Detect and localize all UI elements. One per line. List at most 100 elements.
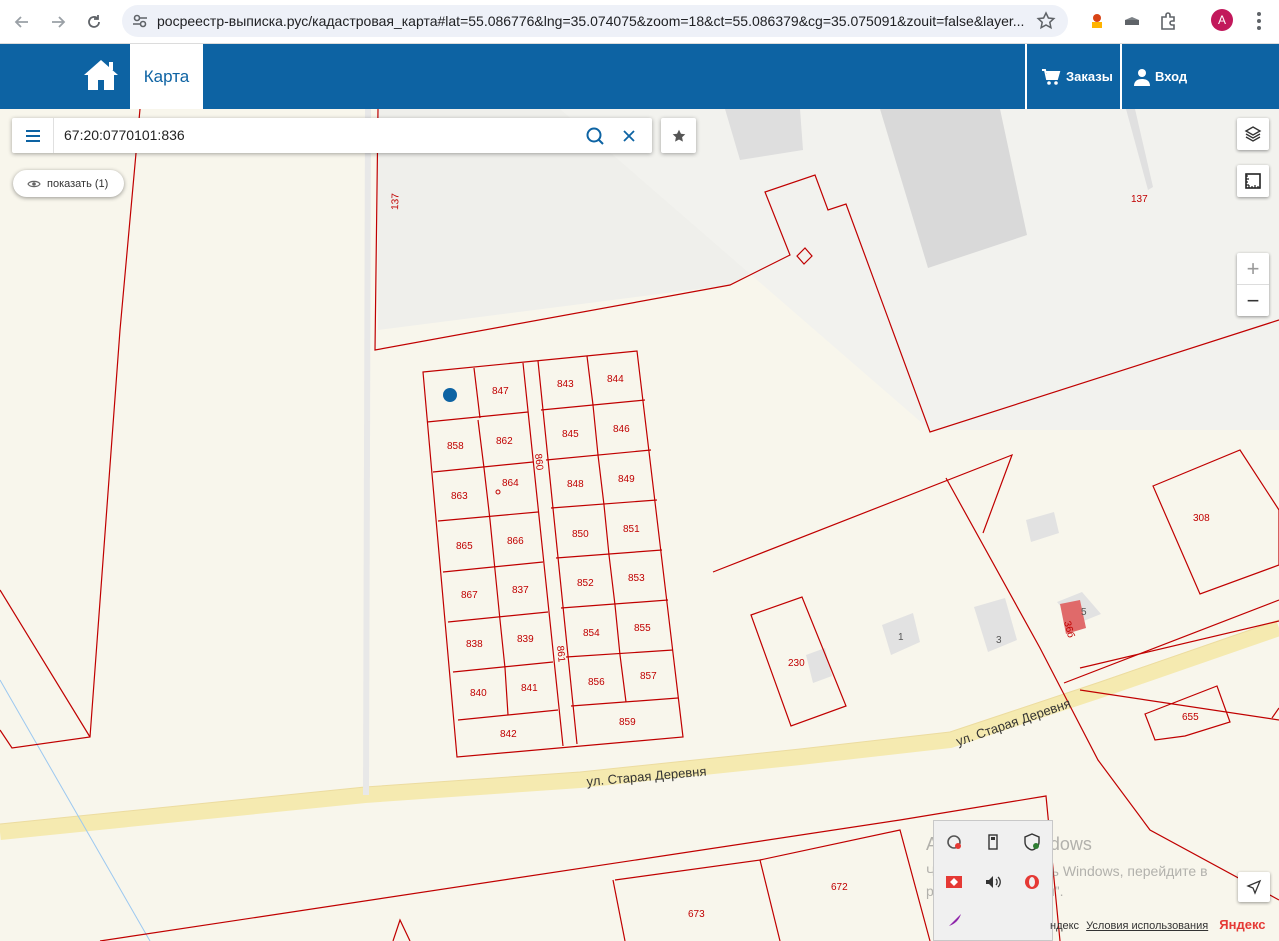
parcel-label[interactable]: 843 xyxy=(557,379,574,390)
parcel-label[interactable]: 846 xyxy=(613,424,630,435)
attribution-prefix: ндекс xyxy=(1050,920,1080,932)
zoom-control: + − xyxy=(1237,253,1269,316)
cadastral-search-input[interactable] xyxy=(64,127,564,143)
show-results-button[interactable]: показать (1) xyxy=(13,170,125,197)
ruler-button[interactable] xyxy=(1237,165,1269,197)
parcel-label[interactable]: 863 xyxy=(451,491,468,502)
tray-item[interactable] xyxy=(942,830,966,854)
house-number: 1 xyxy=(898,632,904,643)
forward-button[interactable] xyxy=(44,8,72,36)
eye-icon xyxy=(27,180,41,187)
parcel-label[interactable]: 845 xyxy=(562,429,579,440)
parcel-label[interactable]: 308 xyxy=(1193,513,1210,524)
parcel-label[interactable]: 853 xyxy=(628,573,645,584)
zoom-out-button[interactable]: − xyxy=(1237,285,1269,316)
orders-label: Заказы xyxy=(1066,69,1113,84)
ruler-icon xyxy=(1245,173,1261,189)
parcel-label[interactable]: 856 xyxy=(588,677,605,688)
browser-toolbar: росреестр-выписка.рус/кадастровая_карта#… xyxy=(0,0,1279,44)
sync-icon xyxy=(947,835,961,849)
tray-item[interactable] xyxy=(942,909,966,933)
map-canvas[interactable]: 847 843 844 858 862 845 846 863 864 848 … xyxy=(0,109,1279,941)
layers-button[interactable] xyxy=(1237,118,1269,150)
home-button[interactable] xyxy=(82,58,120,94)
parcel-label[interactable]: 859 xyxy=(619,717,636,728)
search-panel xyxy=(12,118,652,153)
parcel-label[interactable]: 844 xyxy=(607,374,624,385)
parcel-label[interactable]: 862 xyxy=(496,436,513,447)
parcel-label[interactable]: 837 xyxy=(512,585,529,596)
parcel-label[interactable]: 137 xyxy=(1131,194,1148,205)
tray-item[interactable] xyxy=(942,870,966,894)
home-icon xyxy=(84,60,118,90)
parcel-label[interactable]: 852 xyxy=(577,578,594,589)
parcel-label[interactable]: 838 xyxy=(466,639,483,650)
search-icon[interactable] xyxy=(585,126,605,146)
menu-button[interactable] xyxy=(12,118,54,153)
arrow-right-icon xyxy=(52,16,66,28)
parcel-label[interactable]: 861 xyxy=(554,645,567,663)
star-icon xyxy=(672,129,685,142)
extension-icon-1[interactable] xyxy=(1085,9,1109,33)
tray-item[interactable] xyxy=(981,870,1005,894)
house-number: 5 xyxy=(1081,607,1087,618)
parcel-label[interactable]: 847 xyxy=(492,386,509,397)
profile-avatar[interactable]: A xyxy=(1211,9,1233,31)
extensions-button[interactable] xyxy=(1156,9,1180,33)
parcel-label[interactable]: 841 xyxy=(521,683,538,694)
browser-menu-button[interactable] xyxy=(1249,9,1269,33)
parcel-label[interactable]: 673 xyxy=(688,909,705,920)
zoom-in-button[interactable]: + xyxy=(1237,253,1269,285)
parcel-label[interactable]: 849 xyxy=(618,474,635,485)
terms-link[interactable]: Условия использования xyxy=(1086,920,1208,932)
site-settings-icon[interactable] xyxy=(131,12,149,30)
parcel-label[interactable]: 860 xyxy=(532,453,545,471)
address-bar[interactable]: росреестр-выписка.рус/кадастровая_карта#… xyxy=(122,5,1068,37)
yandex-logo[interactable]: Яндекс xyxy=(1219,917,1265,932)
tray-item[interactable] xyxy=(1020,870,1044,894)
cadastral-map[interactable]: 847 843 844 858 862 845 846 863 864 848 … xyxy=(0,109,1279,941)
parcel-label[interactable]: 848 xyxy=(567,479,584,490)
reload-button[interactable] xyxy=(80,8,108,36)
parcel-label[interactable]: 137 xyxy=(390,193,402,210)
map-attribution: ндекс Условия использования Яндекс xyxy=(1050,917,1266,932)
parcel-label[interactable]: 857 xyxy=(640,671,657,682)
tray-item[interactable] xyxy=(1020,830,1044,854)
parcel-label[interactable]: 858 xyxy=(447,441,464,452)
orders-button[interactable]: Заказы xyxy=(1041,44,1113,109)
parcel-label[interactable]: 866 xyxy=(507,536,524,547)
selected-parcel-marker[interactable] xyxy=(443,388,457,402)
parcel-label[interactable]: 842 xyxy=(500,729,517,740)
usb-drive-icon xyxy=(988,834,998,850)
parcel-label[interactable]: 855 xyxy=(634,623,651,634)
parcel-label[interactable]: 851 xyxy=(623,524,640,535)
parcel-label[interactable]: 867 xyxy=(461,590,478,601)
login-label: Вход xyxy=(1155,69,1188,84)
parcel-label[interactable]: 230 xyxy=(788,658,805,669)
navigation-arrow-icon xyxy=(1246,879,1262,895)
extension-icon-2[interactable] xyxy=(1120,9,1144,33)
parcel-label[interactable]: 854 xyxy=(583,628,600,639)
feather-icon xyxy=(947,914,961,928)
favorite-button[interactable] xyxy=(661,118,696,153)
locate-button[interactable] xyxy=(1238,872,1270,902)
anydesk-icon xyxy=(946,876,962,888)
shield-icon xyxy=(1024,833,1040,851)
user-icon xyxy=(1134,68,1150,86)
parcel-label[interactable]: 865 xyxy=(456,541,473,552)
bookmark-star-icon[interactable] xyxy=(1036,11,1056,31)
parcel-label[interactable]: 840 xyxy=(470,688,487,699)
url-text: росреестр-выписка.рус/кадастровая_карта#… xyxy=(157,13,1025,29)
tray-item[interactable] xyxy=(981,830,1005,854)
system-tray-popup xyxy=(933,820,1053,941)
parcel-label[interactable]: 655 xyxy=(1182,712,1199,723)
back-button[interactable] xyxy=(8,8,36,36)
extension-figure-icon xyxy=(1092,14,1102,28)
parcel-label[interactable]: 850 xyxy=(572,529,589,540)
parcel-label[interactable]: 672 xyxy=(831,882,848,893)
login-button[interactable]: Вход xyxy=(1134,44,1187,109)
tab-map[interactable]: Карта xyxy=(130,44,203,109)
parcel-label[interactable]: 839 xyxy=(517,634,534,645)
close-icon[interactable] xyxy=(620,127,638,145)
parcel-label[interactable]: 864 xyxy=(502,478,519,489)
